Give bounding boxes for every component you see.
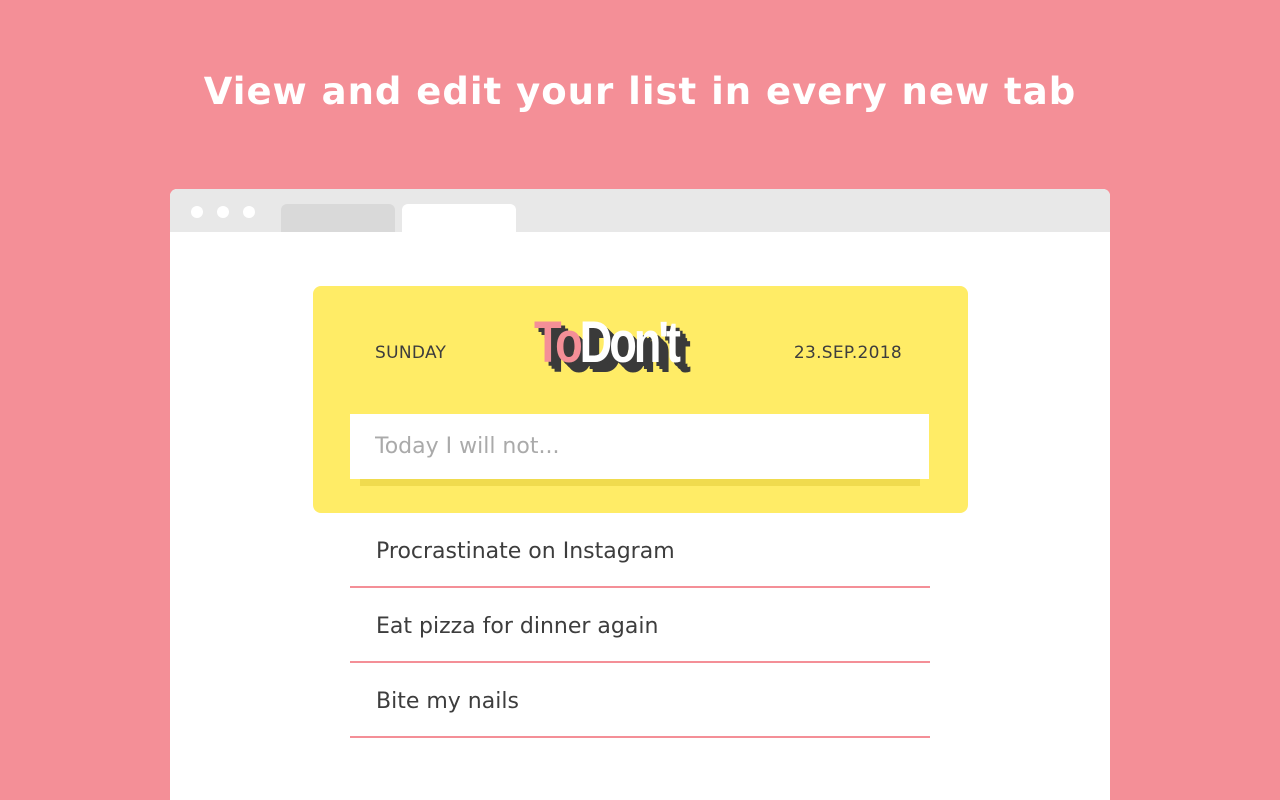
logo-text: ToDon't xyxy=(534,314,681,372)
list-item-text: Bite my nails xyxy=(376,689,519,714)
browser-tab-inactive[interactable] xyxy=(281,204,395,232)
browser-window: SUNDAY ToDon't ToDon't ToDon't ToDon't 2… xyxy=(170,189,1110,800)
list-item-text: Procrastinate on Instagram xyxy=(376,539,675,564)
logo-dont: Don't xyxy=(579,310,681,375)
logo-to: To xyxy=(534,310,583,375)
headline: View and edit your list in every new tab xyxy=(203,70,1077,113)
todont-input[interactable] xyxy=(350,414,929,479)
browser-tab-active[interactable] xyxy=(402,204,516,232)
window-close-dot[interactable] xyxy=(191,206,203,218)
list-item-text: Eat pizza for dinner again xyxy=(376,614,659,639)
window-maximize-dot[interactable] xyxy=(243,206,255,218)
list-item[interactable]: Procrastinate on Instagram xyxy=(350,513,930,588)
day-label: SUNDAY xyxy=(375,343,447,363)
list-item[interactable]: Bite my nails xyxy=(350,663,930,738)
list-item[interactable]: Eat pizza for dinner again xyxy=(350,588,930,663)
date-label: 23.SEP.2018 xyxy=(793,343,902,363)
todont-card: SUNDAY ToDon't ToDon't ToDon't ToDon't 2… xyxy=(313,286,968,513)
todont-logo: ToDon't ToDon't ToDon't ToDon't xyxy=(534,314,744,386)
window-minimize-dot[interactable] xyxy=(217,206,229,218)
browser-tab-bar xyxy=(170,189,1110,232)
todont-list: Procrastinate on Instagram Eat pizza for… xyxy=(350,513,930,738)
